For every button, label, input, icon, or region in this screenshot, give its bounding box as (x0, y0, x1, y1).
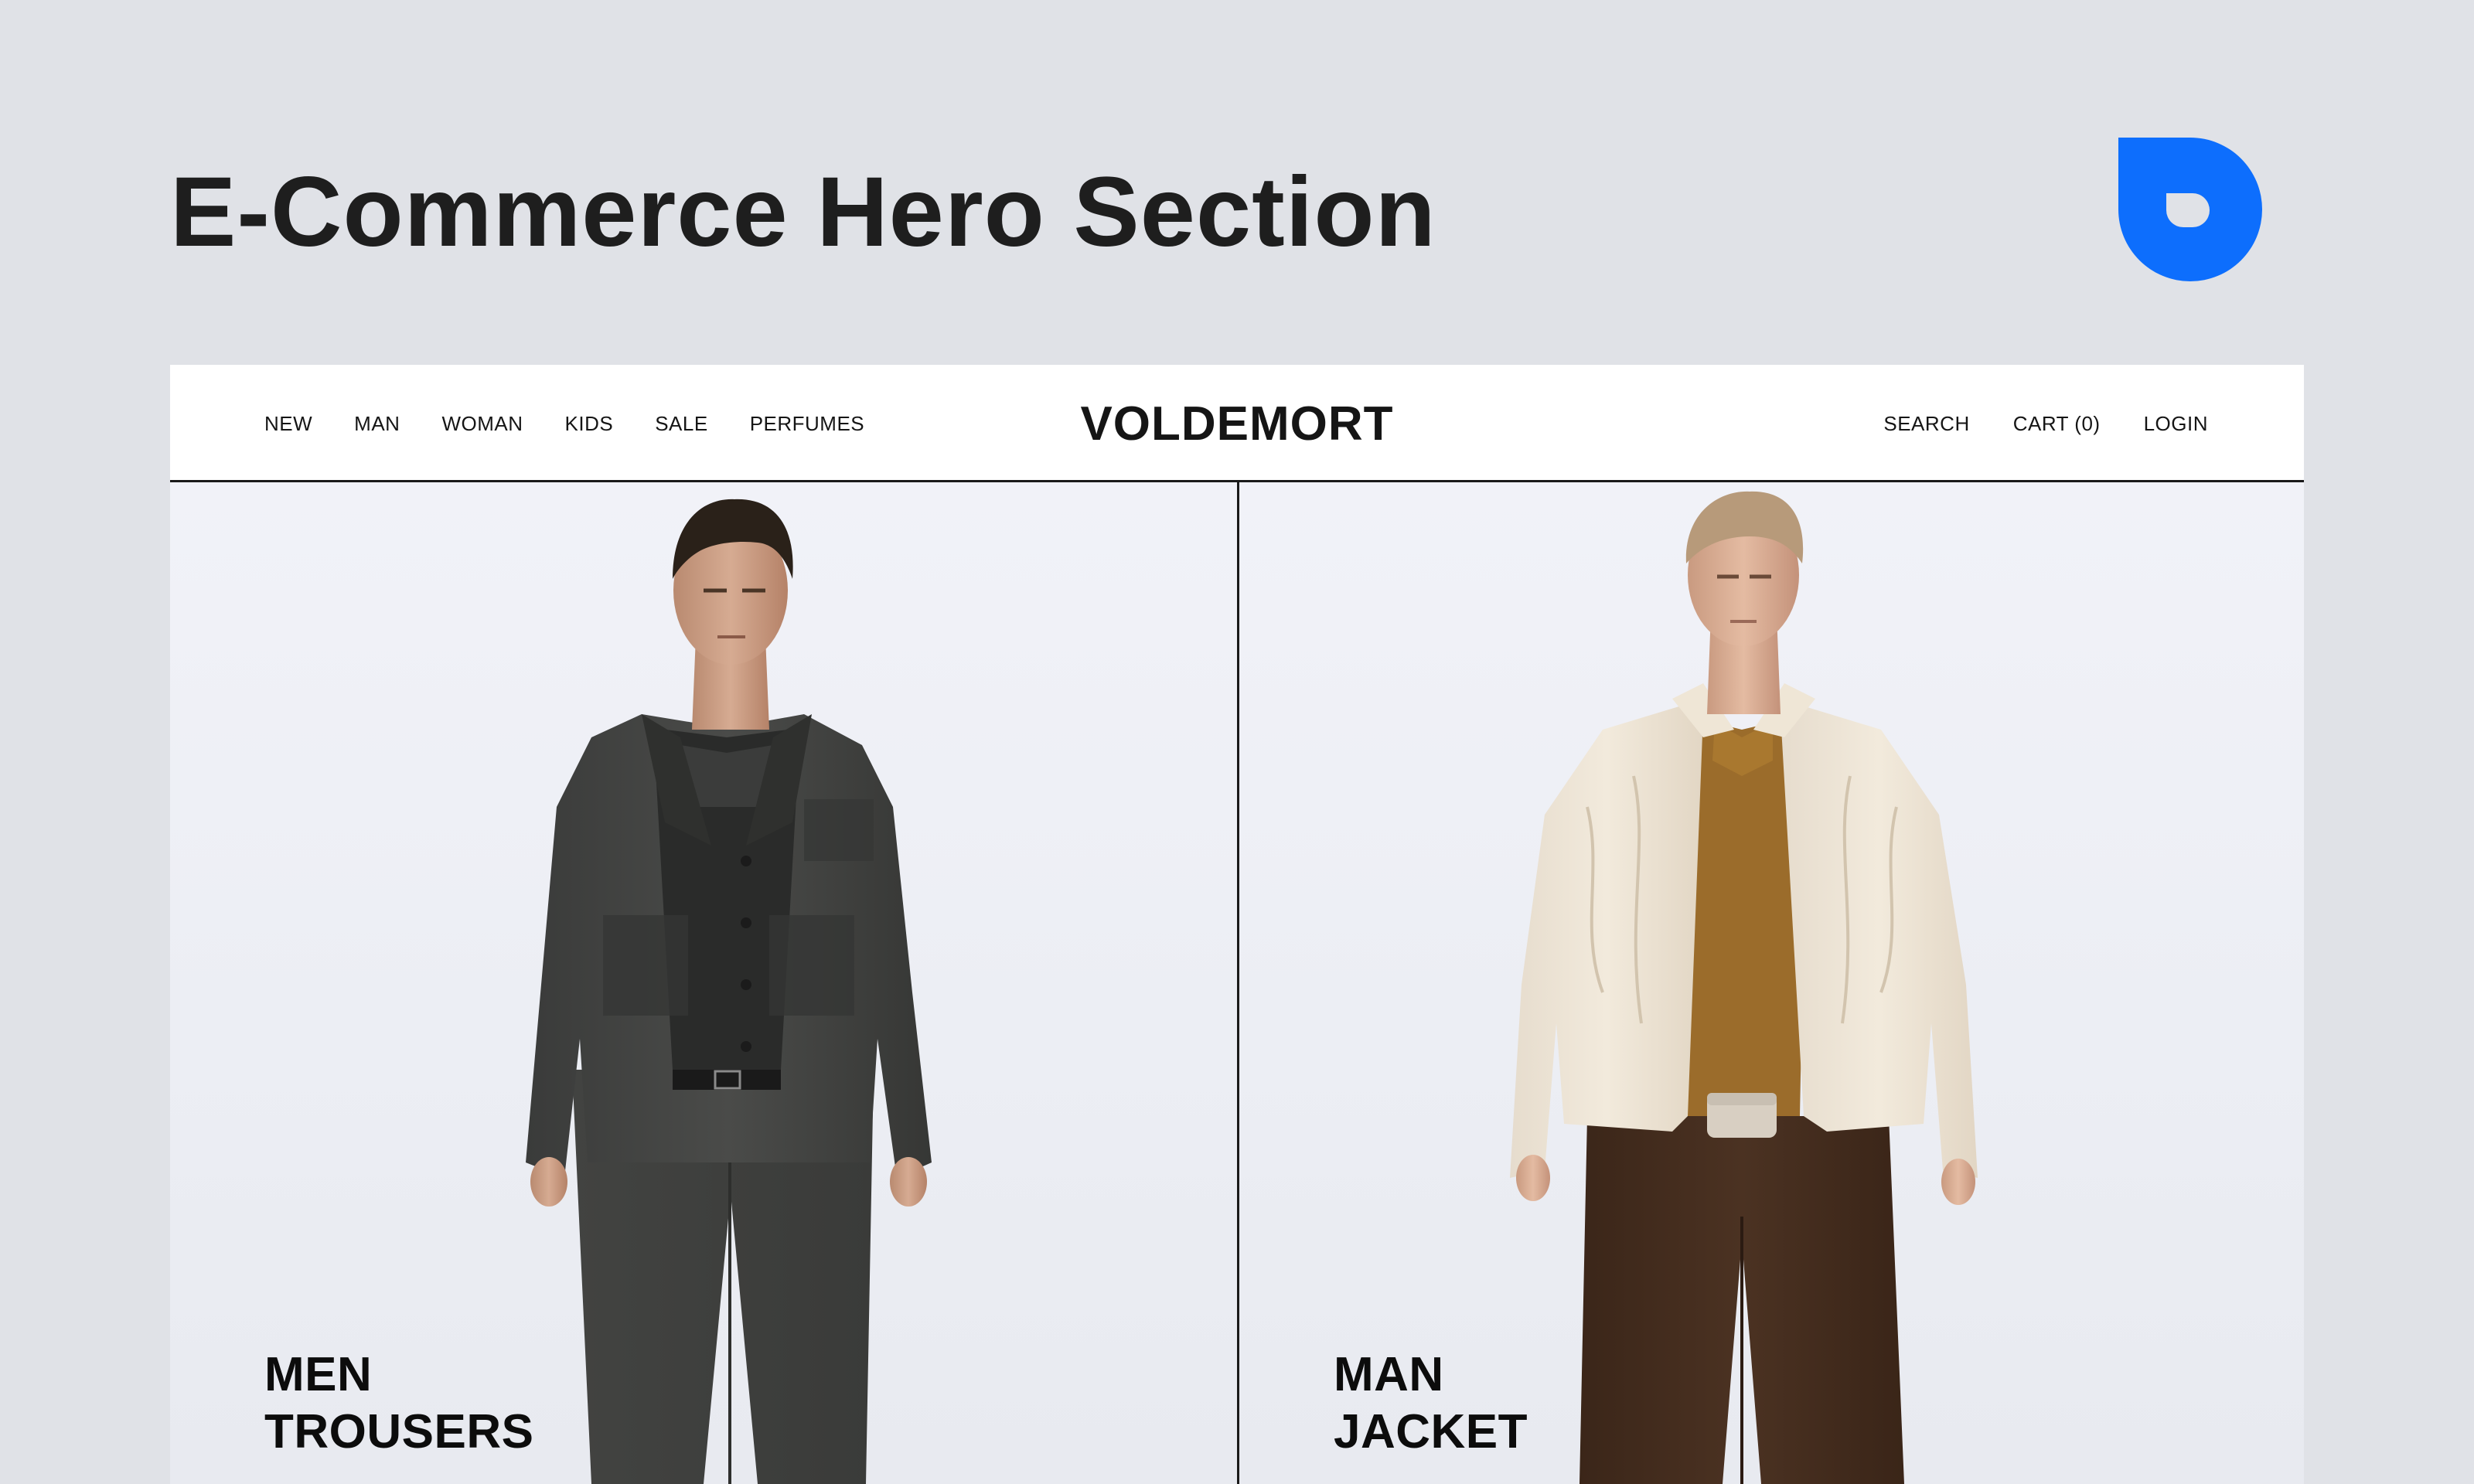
utility-nav: SEARCH CART (0) LOGIN (1883, 365, 2208, 482)
nav-link-woman[interactable]: WOMAN (441, 412, 523, 436)
brand-logo-icon (2118, 138, 2262, 281)
hero-label-line2: TROUSERS (264, 1405, 534, 1458)
website-mockup: NEW MAN WOMAN KIDS SALE PERFUMES VOLDEMO… (170, 365, 2304, 1484)
hero-label-man-jacket: MAN JACKET (1334, 1346, 1528, 1461)
hero-panel-man-jacket[interactable]: MAN JACKET (1237, 482, 2304, 1484)
search-link[interactable]: SEARCH (1883, 412, 1969, 436)
hero-label-line1: MEN (264, 1348, 373, 1401)
cart-link[interactable]: CART (0) (2013, 412, 2101, 436)
page-title: E-Commerce Hero Section (170, 157, 1436, 267)
nav-link-new[interactable]: NEW (264, 412, 312, 436)
store-logo[interactable]: VOLDEMORT (1080, 397, 1393, 451)
hero-label-line2: JACKET (1334, 1405, 1528, 1458)
model-photo-cream-jacket (1239, 482, 2304, 1484)
hero-label-line1: MAN (1334, 1348, 1444, 1401)
hero-section: MEN TROUSERS MAN JACKET (170, 482, 2304, 1484)
hero-label-men-trousers: MEN TROUSERS (264, 1346, 533, 1461)
primary-nav: NEW MAN WOMAN KIDS SALE PERFUMES (264, 365, 864, 482)
model-photo-charcoal-outfit (170, 482, 1237, 1484)
nav-link-perfumes[interactable]: PERFUMES (750, 412, 864, 436)
login-link[interactable]: LOGIN (2144, 412, 2208, 436)
nav-link-kids[interactable]: KIDS (565, 412, 614, 436)
site-header: NEW MAN WOMAN KIDS SALE PERFUMES VOLDEMO… (170, 365, 2304, 482)
nav-link-sale[interactable]: SALE (655, 412, 708, 436)
hero-panel-men-trousers[interactable]: MEN TROUSERS (170, 482, 1237, 1484)
nav-link-man[interactable]: MAN (354, 412, 400, 436)
